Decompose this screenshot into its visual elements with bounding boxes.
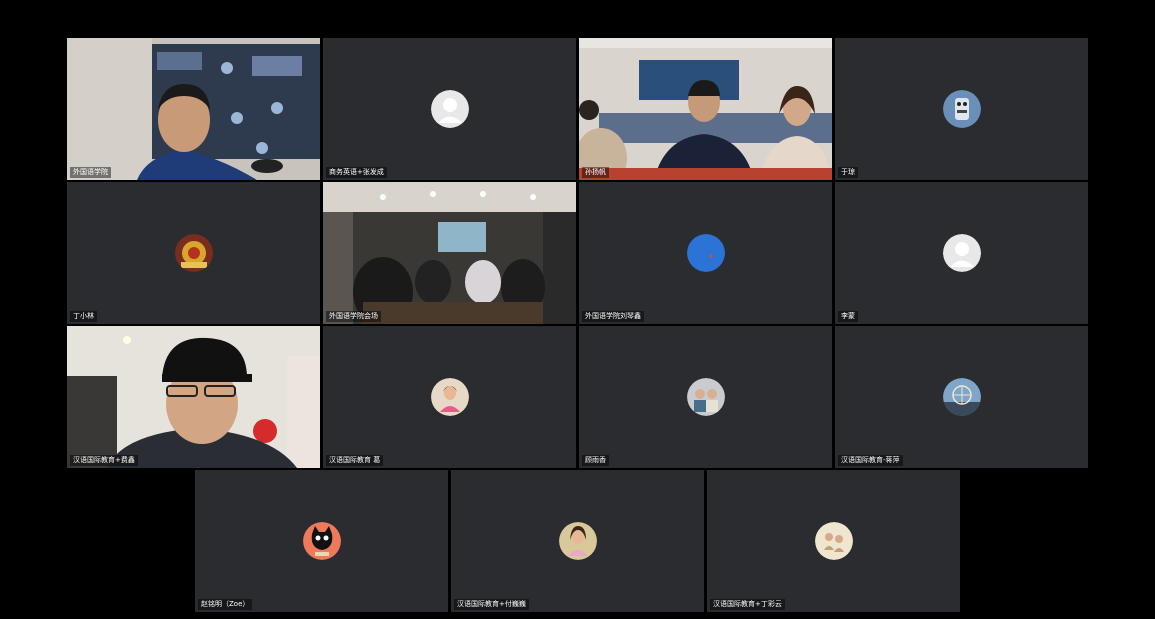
participant-name: 丁小林 [70,311,97,322]
participant-name: 汉语国际教育-蒋萍 [838,455,903,466]
participant-name: 商务英语+张发成 [326,167,387,178]
participant-tile[interactable]: 汉语国际教育 葛 [323,326,576,468]
participant-tile[interactable]: 汉语国际教育+丁彩云 [707,470,960,612]
participant-name: 汉语国际教育+丁彩云 [710,599,785,610]
participant-name: 汉语国际教育 葛 [326,455,384,466]
kids-photo-icon [814,522,853,560]
couple-photo-icon [686,378,725,416]
participant-tile[interactable]: 孙扬帆 [579,38,832,180]
participant-name: 孙扬帆 [582,167,609,178]
participant-tile[interactable]: 外国语学院会场 [323,182,576,324]
participant-name: 李蒙 [838,311,858,322]
participant-video [579,38,832,180]
participant-tile-active-speaker[interactable]: 汉语国际教育+费鑫 [67,326,320,468]
participant-name: 外国语学院刘琴鑫 [582,311,644,322]
participant-tile[interactable]: 赵铭明（Zoe） [195,470,448,612]
default-person-icon [430,90,469,128]
participant-tile[interactable]: 商务英语+张发成 [323,38,576,180]
participant-name: 汉语国际教育+费鑫 [70,455,138,466]
participant-video [67,38,320,180]
blue-circle-icon [686,234,725,272]
girl-photo-icon [430,378,469,416]
ferris-wheel-icon [942,378,981,416]
participant-name: 外国语学院 [70,167,111,178]
participant-tile[interactable]: 丁小林 [67,182,320,324]
girl-photo-icon [558,522,597,560]
participant-name: 顾雨香 [582,455,609,466]
participant-tile[interactable]: 李蒙 [835,182,1088,324]
participant-tile[interactable]: 于琼 [835,38,1088,180]
participant-tile[interactable]: 外国语学院刘琴鑫 [579,182,832,324]
black-cat-icon [302,522,341,560]
ornament-icon [174,234,213,272]
participant-name: 外国语学院会场 [326,311,381,322]
participant-name: 于琼 [838,167,858,178]
participant-tile[interactable]: 顾雨香 [579,326,832,468]
participant-tile[interactable]: 汉语国际教育-蒋萍 [835,326,1088,468]
participant-video [323,182,576,324]
default-person-icon [942,234,981,272]
participant-tile[interactable]: 外国语学院 [67,38,320,180]
robot-icon [942,90,981,128]
participant-name: 赵铭明（Zoe） [198,599,253,610]
participant-name: 汉语国际教育+付巍巍 [454,599,529,610]
participant-tile[interactable]: 汉语国际教育+付巍巍 [451,470,704,612]
participant-video [67,326,320,468]
